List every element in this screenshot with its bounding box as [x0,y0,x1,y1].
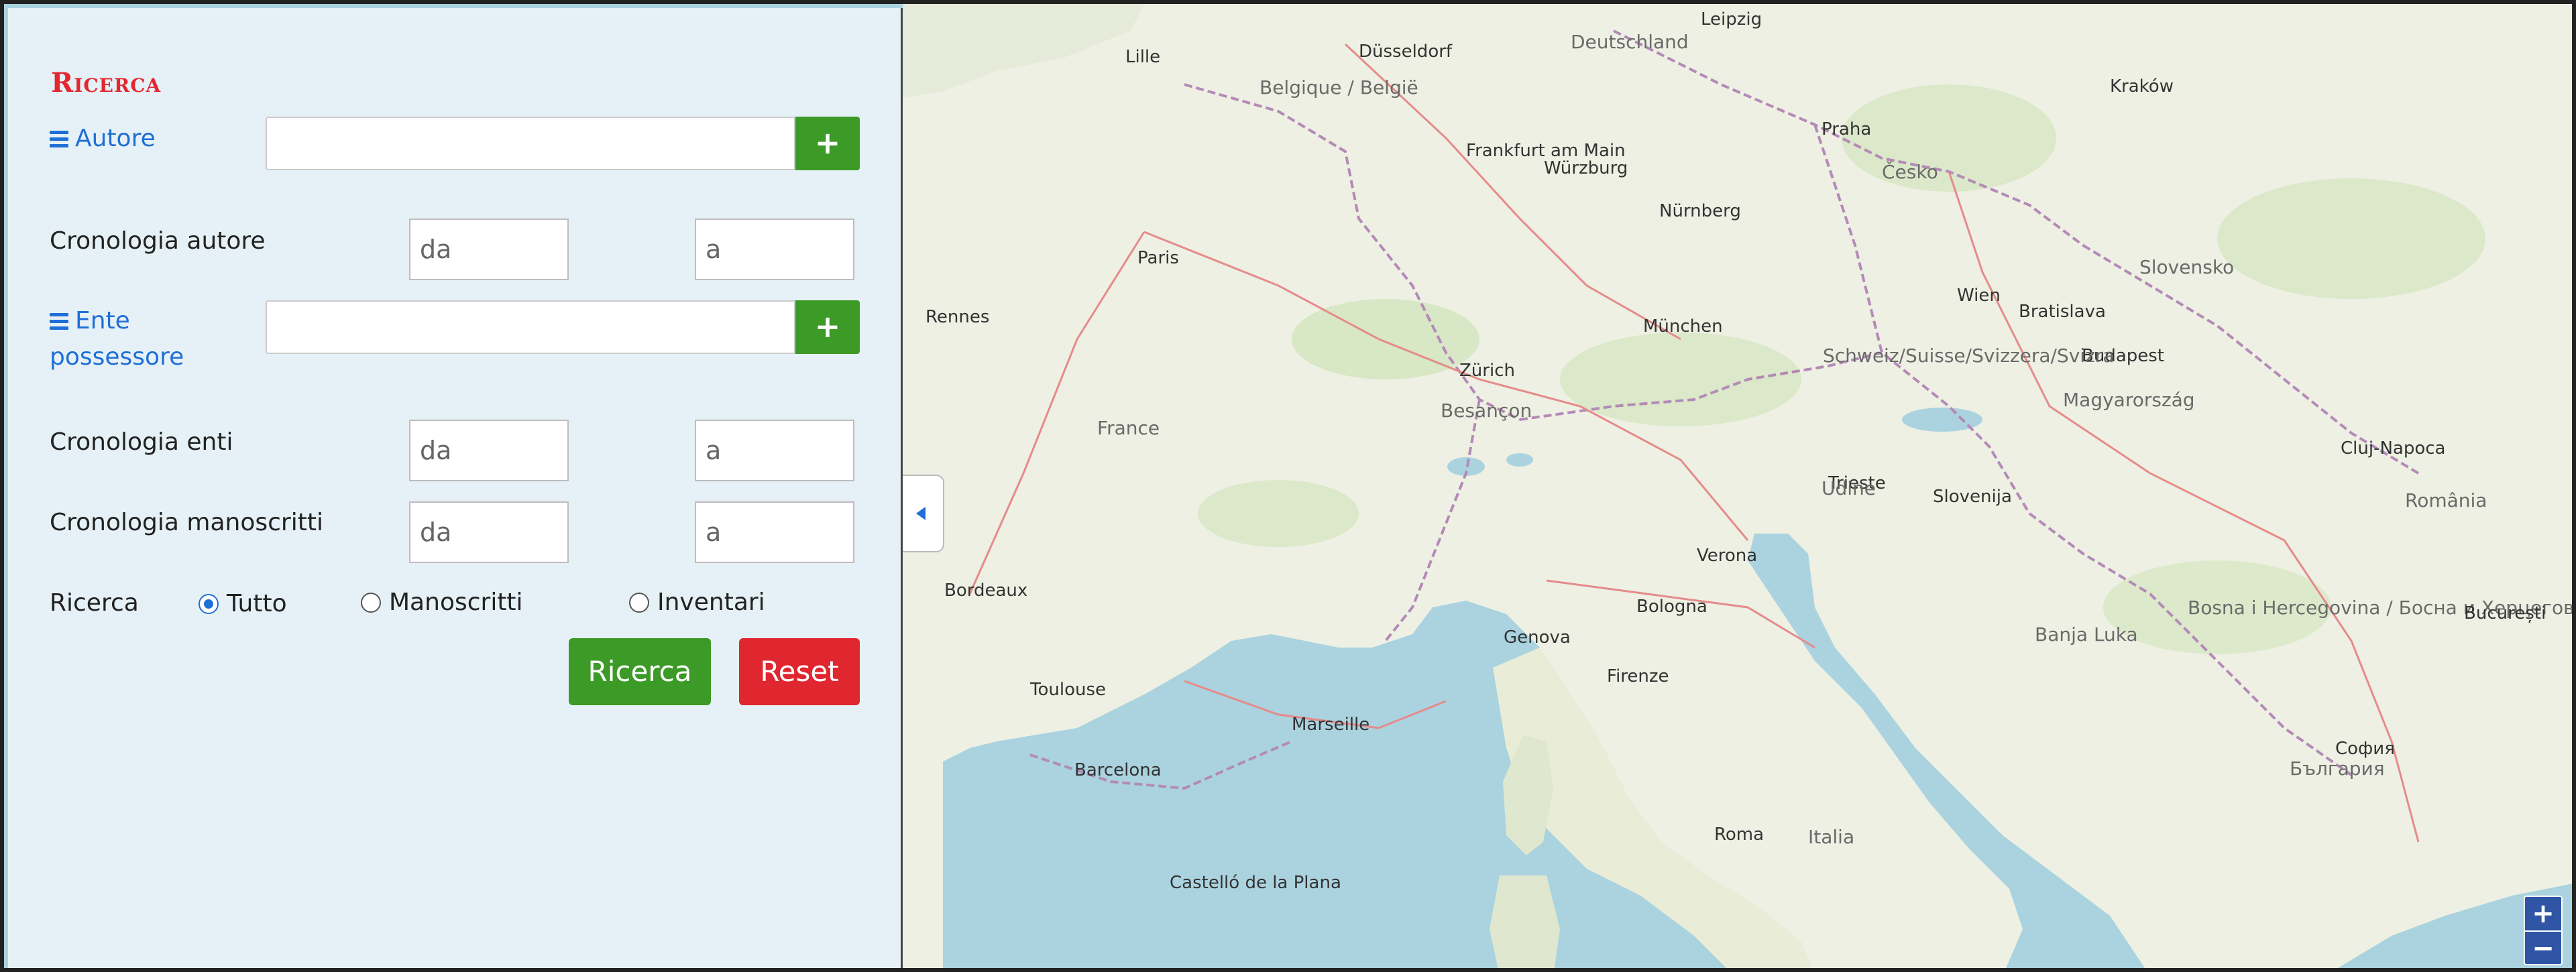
radio-manoscritti-dot[interactable] [361,592,381,613]
sidebar-collapse-button[interactable] [903,475,944,552]
search-button[interactable]: Ricerca [569,638,711,705]
map-label: București [2464,603,2546,623]
map-label: София [2335,739,2395,759]
zoom-out-button[interactable]: − [2525,930,2561,965]
sidebar-title: Ricerca [51,67,162,99]
cronologia-manoscritti-to[interactable]: a [695,501,854,563]
autore-add-button[interactable]: + [795,117,860,170]
autore-label: Autore [75,125,156,152]
map-label: Barcelona [1074,760,1162,780]
map-label: Bordeaux [944,581,1028,601]
map-label: Zürich [1459,361,1515,381]
map-label: Italia [1808,826,1855,848]
cronologia-autore-label: Cronologia autore [50,227,266,255]
radio-tutto-label: Tutto [227,590,287,617]
radio-manoscritti[interactable]: Manoscritti [361,589,523,616]
cronologia-enti-to[interactable]: a [695,420,854,481]
map-label: Leipzig [1701,9,1762,29]
map-label: Nürnberg [1659,201,1741,221]
list-icon [50,129,68,148]
map-label: Deutschland [1571,31,1689,53]
map-label: Verona [1697,546,1758,566]
autore-link[interactable]: Autore [50,121,156,157]
map-label: Bologna [1636,597,1707,617]
cronologia-autore-from[interactable]: da [409,219,569,280]
map-label: România [2405,489,2487,511]
map-label: Slovensko [2139,256,2235,278]
reset-button[interactable]: Reset [739,638,860,705]
map-label: Belgique / België [1259,76,1418,99]
map-label: Paris [1137,248,1179,268]
cronologia-enti-from[interactable]: da [409,420,569,481]
map-label: Castelló de la Plana [1170,873,1341,893]
search-sidebar: Ricerca Autore + Cronologia autore da a … [8,8,903,968]
radio-manoscritti-label: Manoscritti [389,589,523,616]
ente-link[interactable]: Ente possessore [50,303,184,375]
cronologia-enti-label: Cronologia enti [50,428,233,456]
ente-input[interactable] [266,300,795,354]
map-label: Bratislava [2019,302,2106,322]
radio-inventari-dot[interactable] [629,592,649,613]
radio-inventari[interactable]: Inventari [629,589,765,616]
map-label: France [1097,417,1160,439]
radio-inventari-label: Inventari [657,589,765,616]
map-label: Cluj-Napoca [2341,438,2446,459]
ente-label-line2: possessore [50,343,184,371]
map-label: България [2290,757,2385,780]
ente-add-button[interactable]: + [795,300,860,354]
map-label: Magyarország [2063,389,2195,411]
map-label: Praha [1822,119,1872,139]
autore-input[interactable] [266,117,795,170]
map-label: Marseille [1292,715,1370,735]
map-label: Česko [1882,161,1938,183]
map-label: Banja Luka [2035,623,2138,646]
map-label: Wien [1957,286,2001,306]
map-label: Besançon [1441,400,1532,422]
zoom-in-button[interactable]: + [2525,897,2561,930]
map-label: Kraków [2110,76,2174,97]
cronologia-manoscritti-label: Cronologia manoscritti [50,509,323,536]
map-label: Udine [1822,477,1877,499]
map-label: Düsseldorf [1359,42,1453,62]
map-label: Toulouse [1030,680,1107,700]
map-label: Genova [1504,627,1571,648]
map-label: München [1643,316,1723,337]
ente-label-line1: Ente [75,307,130,335]
map-label: Rennes [926,307,990,327]
cronologia-autore-to[interactable]: a [695,219,854,280]
list-icon [50,312,68,330]
radio-tutto-dot[interactable] [199,593,219,614]
map-label: Slovenija [1933,487,2012,507]
map-label: Würzburg [1544,158,1628,178]
map-label: Schweiz/Suisse/Svizzera/Svizra [1823,345,2115,367]
radio-tutto[interactable]: Tutto [199,590,287,617]
map-label: Firenze [1607,666,1669,686]
map-label: Lille [1125,47,1161,67]
ricerca-scope-label: Ricerca [50,589,139,617]
map-label: Roma [1714,825,1765,845]
cronologia-manoscritti-from[interactable]: da [409,501,569,563]
app-frame: Lille Belgique / België Düsseldorf Deuts… [0,0,2576,972]
zoom-control: + − [2524,896,2563,965]
